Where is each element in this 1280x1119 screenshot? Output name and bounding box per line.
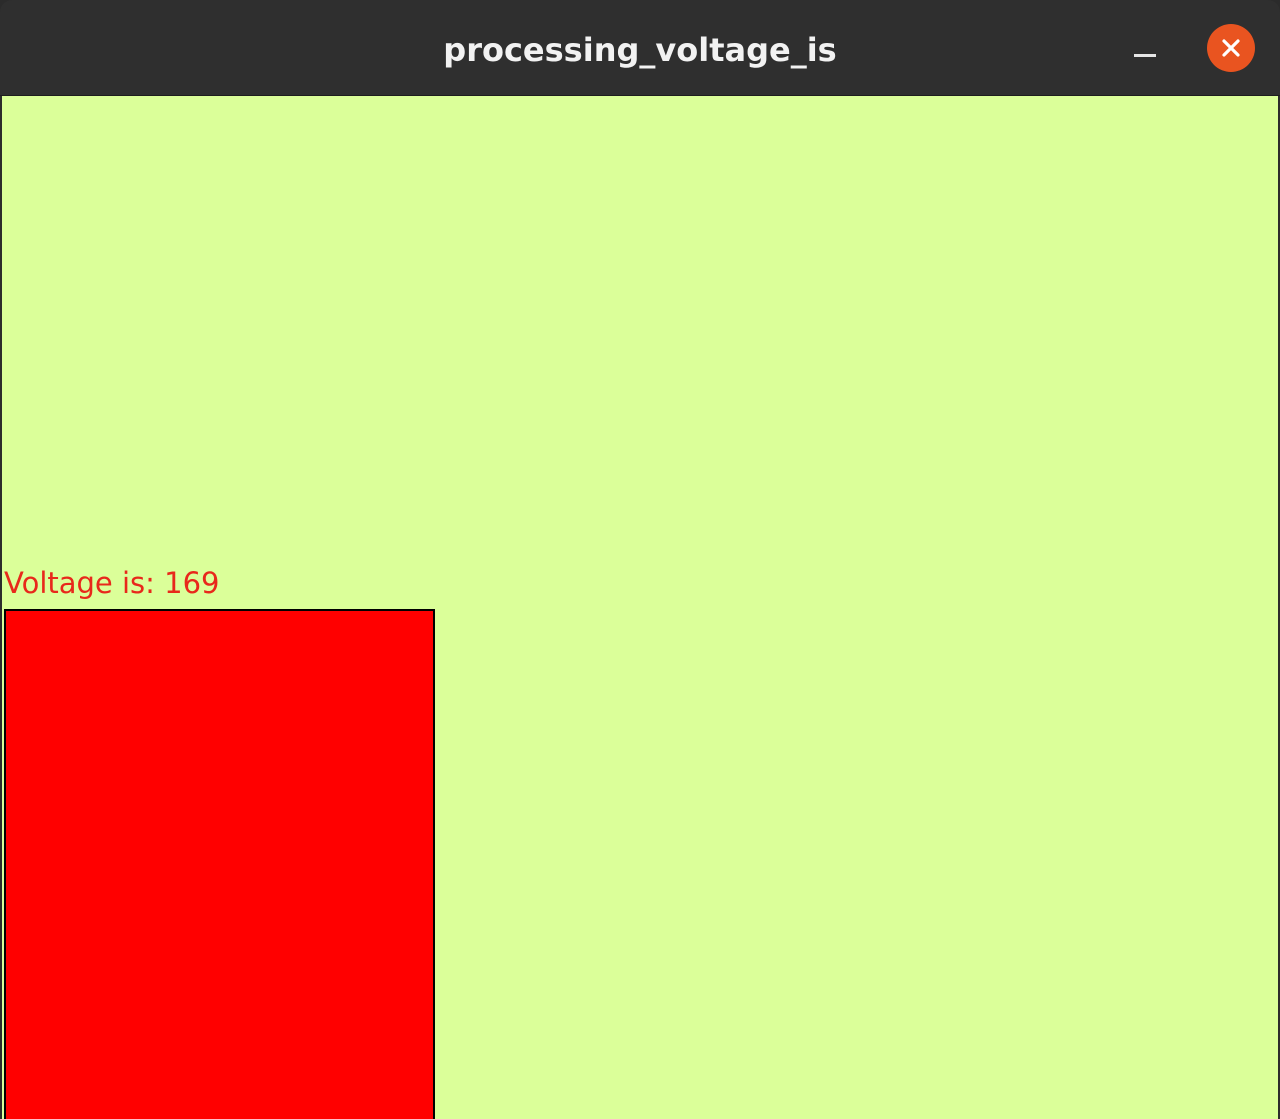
minimize-icon — [1134, 54, 1156, 57]
voltage-label: Voltage is: 169 — [4, 566, 220, 600]
minimize-button[interactable] — [1120, 28, 1168, 72]
app-window: processing_voltage_is Voltage is: 169 — [0, 0, 1280, 1119]
close-icon — [1222, 39, 1240, 57]
window-title: processing_voltage_is — [443, 31, 837, 69]
close-button[interactable] — [1207, 24, 1255, 72]
title-bar[interactable]: processing_voltage_is — [0, 0, 1280, 96]
voltage-bar — [4, 609, 435, 1119]
sketch-canvas: Voltage is: 169 — [2, 96, 1278, 1119]
